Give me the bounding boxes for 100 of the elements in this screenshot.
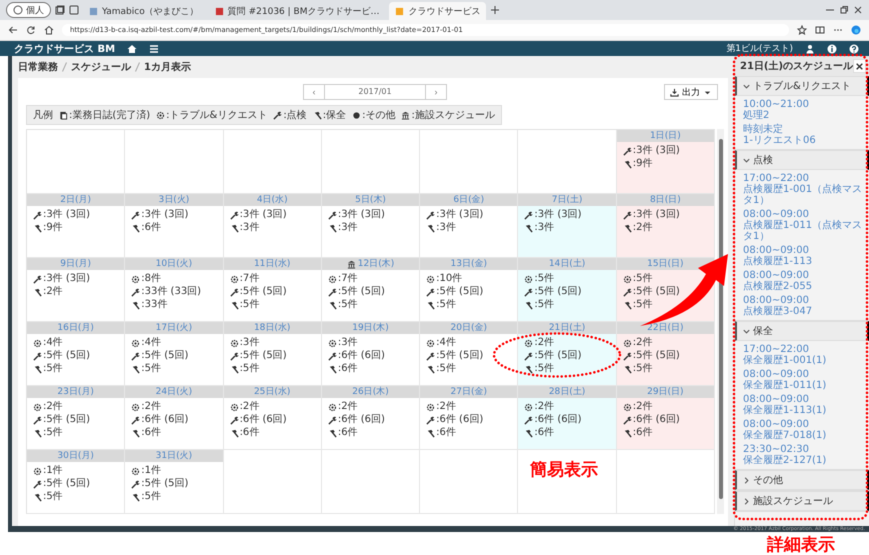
scrollbar[interactable]	[717, 129, 724, 514]
day-cell[interactable]: 30日(月) :1件 :5件 (5回) :5件	[27, 450, 126, 514]
day-cell[interactable]: 23日(月) :2件 :5件 (5回) :5件	[27, 386, 126, 450]
hammer-icon	[230, 224, 239, 232]
section-header[interactable]: トラブル&リクエスト	[735, 76, 869, 96]
entry-link[interactable]: 処理2	[743, 110, 864, 121]
entry-time[interactable]: 時刻未定	[743, 124, 864, 135]
day-cell[interactable]: 10日(火) :8件 :33件 (33回) :33件	[125, 258, 224, 322]
entry-time[interactable]: 08:00~09:00	[743, 369, 864, 380]
home-icon[interactable]	[127, 44, 138, 54]
day-cell[interactable]: 3日(火) :3件 (3回) :6件	[125, 194, 224, 258]
entry-time[interactable]: 17:00~22:00	[743, 344, 864, 355]
browser-tab[interactable]: クラウドサービス	[389, 2, 486, 20]
entry-time[interactable]: 08:00~09:00	[743, 270, 864, 281]
close-button[interactable]	[853, 59, 866, 73]
entry-link[interactable]: 点検履歴1-113	[743, 256, 864, 267]
section-header[interactable]: 点検	[735, 150, 869, 170]
breadcrumb-item[interactable]: スケジュール	[71, 60, 131, 74]
day-cell[interactable]: 24日(火) :2件 :6件 (6回) :6件	[125, 386, 224, 450]
entry-link[interactable]: 点検履歴2-055	[743, 281, 864, 292]
entry-time[interactable]: 08:00~09:00	[743, 245, 864, 256]
count-text: :6件	[436, 427, 456, 439]
back-icon[interactable]	[8, 25, 18, 35]
day-cell[interactable]: 9日(月) :3件 (3回) :2件	[27, 258, 126, 322]
refresh-icon[interactable]	[26, 25, 36, 35]
entry-link[interactable]: 点検履歴1-001（点検マスタ1）	[743, 184, 864, 206]
section-header[interactable]: その他	[735, 470, 869, 490]
entry-time[interactable]: 08:00~09:00	[743, 394, 864, 405]
count-text: :6件	[632, 427, 652, 439]
restore-icon[interactable]	[839, 5, 849, 15]
wrench-icon	[33, 210, 42, 220]
tab-actions-icon[interactable]	[55, 5, 65, 15]
day-cell[interactable]: 1日(日) :3件 (3回) :9件	[616, 130, 715, 194]
tabs-icon[interactable]	[69, 5, 79, 15]
entry-link[interactable]: 点検履歴1-011（点検マスタ1）	[743, 220, 864, 242]
entry-time[interactable]: 08:00~09:00	[743, 419, 864, 430]
day-cell[interactable]: 21日(土) :2件 :5件 (5回) :5件	[518, 322, 617, 386]
day-cell[interactable]: 27日(金) :2件 :6件 (6回) :6件	[420, 386, 518, 450]
entry-link[interactable]: 保全履歴2-127(1)	[743, 455, 864, 466]
wrench-icon	[622, 210, 632, 220]
day-cell[interactable]: 14日(土) :5件 :5件 (5回) :5件	[518, 258, 617, 322]
entry-time[interactable]: 17:00~22:00	[743, 173, 864, 184]
day-cell[interactable]: 12日(木) :7件 :5件 (5回) :5件	[322, 258, 420, 322]
entry-link[interactable]: 点検履歴3-047	[743, 306, 864, 317]
day-cell[interactable]: 29日(日) :2件 :6件 (6回) :6件	[616, 386, 715, 450]
entry-link[interactable]: 保全履歴1-001(1)	[743, 355, 864, 366]
entry-link[interactable]: 保全履歴1-011(1)	[743, 380, 864, 391]
day-cell[interactable]: 7日(土) :3件 (3回) :3件	[518, 194, 617, 258]
browser-tab[interactable]: Yamabico（やまびこ）	[83, 2, 205, 20]
day-cell[interactable]: 8日(日) :3件 (3回) :2件	[616, 194, 715, 258]
day-cell[interactable]: 19日(木) :3件 :6件 (6回) :6件	[322, 322, 420, 386]
wrench-icon	[426, 288, 436, 296]
day-cell[interactable]: 17日(火) :4件 :5件 (5回) :5件	[125, 322, 224, 386]
collections-icon[interactable]	[815, 25, 825, 35]
hammer-icon	[426, 364, 436, 374]
day-cell[interactable]: 11日(水) :7件 :5件 (5回) :5件	[224, 258, 322, 322]
entry-time[interactable]: 08:00~09:00	[743, 209, 864, 220]
close-icon[interactable]	[853, 5, 863, 15]
info-icon[interactable]	[827, 44, 837, 54]
entry-link[interactable]: 1-リクエスト06	[743, 135, 864, 146]
count-text: :5件 (5回)	[43, 414, 90, 426]
next-month-button[interactable]: ›	[425, 84, 447, 100]
hammer-icon	[131, 364, 140, 374]
day-cell[interactable]: 18日(水) :3件 :5件 (5回) :5件	[224, 322, 322, 386]
day-cell[interactable]: 5日(木) :3件 (3回) :3件	[322, 194, 420, 258]
day-cell[interactable]: 2日(月) :3件 (3回) :9件	[27, 194, 126, 258]
count-text: :2件	[240, 401, 260, 413]
day-cell[interactable]: 25日(水) :2件 :6件 (6回) :6件	[224, 386, 322, 450]
help-icon[interactable]	[849, 44, 859, 54]
section-header[interactable]: 保全	[735, 321, 869, 341]
day-cell[interactable]: 16日(月) :4件 :5件 (5回) :5件	[27, 322, 126, 386]
section-header[interactable]: 施設スケジュール	[735, 491, 869, 511]
entry-link[interactable]: 保全履歴7-018(1)	[743, 430, 864, 441]
entry-time[interactable]: 08:00~09:00	[743, 295, 864, 306]
breadcrumb-item[interactable]: 日常業務	[18, 60, 58, 74]
new-tab-icon[interactable]	[490, 5, 500, 15]
count-text: :2件	[141, 401, 162, 413]
day-cell[interactable]: 28日(土) :2件 :6件 (6回) :6件	[518, 386, 617, 450]
entry-link[interactable]: 保全履歴1-113(1)	[743, 405, 864, 416]
hammer-icon	[33, 364, 42, 374]
menu-icon[interactable]	[149, 44, 160, 54]
count-text: :5件	[240, 363, 260, 375]
user-icon[interactable]	[805, 44, 815, 54]
day-cell[interactable]: 4日(水) :3件 (3回) :3件	[224, 194, 322, 258]
home-icon[interactable]	[44, 25, 54, 35]
hammer-icon	[426, 428, 436, 438]
entry-time[interactable]: 10:00~21:00	[743, 99, 864, 110]
day-cell[interactable]: 31日(火) :1件 :5件 (5回) :5件	[125, 450, 224, 514]
browser-tab[interactable]: 質問 #21036 | BMクラウドサービ…	[208, 2, 386, 20]
star-icon[interactable]	[797, 25, 807, 35]
day-cell[interactable]: 22日(日) :2件 :5件 (5回) :5件	[616, 322, 715, 386]
edge-icon[interactable]	[851, 25, 861, 35]
profile-button[interactable]: 個人	[6, 2, 51, 18]
wrench-icon	[33, 416, 42, 424]
day-cell[interactable]: 26日(木) :2件 :6件 (6回) :6件	[322, 386, 420, 450]
entry-time[interactable]: 23:30~02:30	[743, 444, 864, 455]
wrench-icon	[131, 288, 140, 296]
output-button[interactable]: 出力	[664, 84, 718, 100]
previous-month-button[interactable]: ‹	[303, 84, 325, 100]
building-selector[interactable]: 第1ビル(テスト)	[726, 42, 793, 55]
